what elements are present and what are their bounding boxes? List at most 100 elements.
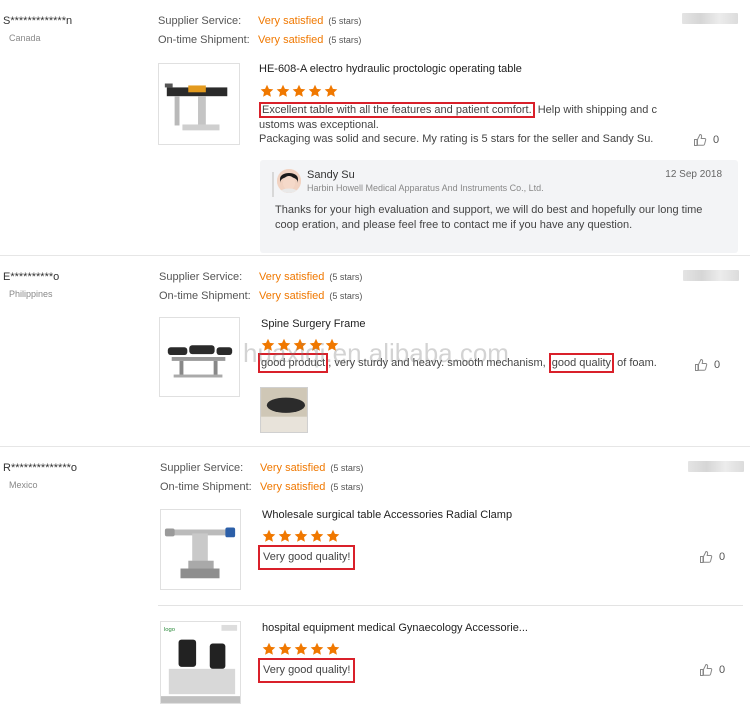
helpful-count: 0 xyxy=(713,134,720,146)
ontime-shipment-value: Very satisfied xyxy=(260,481,326,493)
product-image[interactable]: logo xyxy=(160,621,241,704)
helpful-button[interactable]: 0 xyxy=(694,358,720,372)
reply-author-name: Sandy Su xyxy=(307,169,355,181)
star-icon xyxy=(325,338,339,352)
star-icon xyxy=(262,529,276,543)
reply-text: Thanks for your high evaluation and supp… xyxy=(275,204,703,231)
reply-divider xyxy=(272,172,274,197)
thumbs-up-icon xyxy=(694,358,708,372)
ontime-shipment-label: On-time Shipment: xyxy=(160,481,252,493)
product-title[interactable]: Spine Surgery Frame xyxy=(261,318,366,330)
review-date-blurred xyxy=(682,13,738,24)
buyer-info: R**************o Mexico xyxy=(3,462,77,490)
helpful-button[interactable]: 0 xyxy=(699,663,725,677)
star-icon xyxy=(326,529,340,543)
star-icon xyxy=(277,338,291,352)
buyer-country: Canada xyxy=(9,33,41,43)
buyer-name: E**********o xyxy=(3,271,60,283)
ontime-shipment-value: Very satisfied xyxy=(258,34,324,46)
star-icon xyxy=(276,84,290,98)
star-icon xyxy=(262,642,276,656)
helpful-count: 0 xyxy=(719,551,726,563)
product-rating-stars xyxy=(262,529,340,543)
avatar xyxy=(277,169,301,193)
review-photo[interactable] xyxy=(260,387,308,433)
review-text-line2: ustoms was exceptional. xyxy=(259,118,379,131)
star-icon xyxy=(308,84,322,98)
review-date-blurred xyxy=(688,461,744,472)
review-highlight: Very good quality! xyxy=(258,658,356,683)
star-icon xyxy=(278,529,292,543)
star-icon xyxy=(278,642,292,656)
star-icon xyxy=(309,338,323,352)
ontime-shipment-value: Very satisfied xyxy=(259,290,325,302)
thumbs-up-icon xyxy=(693,133,707,147)
supplier-ratings: Supplier Service: Very satisfied (5 stars)… xyxy=(160,459,363,497)
supplier-service-label: Supplier Service: xyxy=(158,15,242,27)
buyer-info: E**********o Philippines xyxy=(3,271,59,299)
star-icon xyxy=(310,642,324,656)
supplier-service-stars: (5 stars) xyxy=(329,272,363,282)
review-text: Very good quality! xyxy=(258,545,356,570)
review-divider xyxy=(0,255,750,256)
buyer-name: R**************o xyxy=(3,462,77,474)
review-text: Very good quality! xyxy=(258,658,356,683)
helpful-count: 0 xyxy=(719,664,726,676)
review-text: good product, very sturdy and heavy. smo… xyxy=(258,353,678,373)
ontime-shipment-stars: (5 stars) xyxy=(328,35,362,45)
supplier-service-value: Very satisfied xyxy=(260,462,326,474)
reply-company[interactable]: Harbin Howell Medical Apparatus And Inst… xyxy=(307,183,544,193)
buyer-country: Philippines xyxy=(9,289,53,299)
helpful-count: 0 xyxy=(714,359,721,371)
helpful-button[interactable]: 0 xyxy=(699,550,725,564)
review-highlight: Excellent table with all the features an… xyxy=(259,102,535,118)
helpful-button[interactable]: 0 xyxy=(693,133,719,147)
review-highlight: Very good quality! xyxy=(258,545,356,570)
product-title[interactable]: Wholesale surgical table Accessories Rad… xyxy=(262,509,512,521)
review-text-end: of foam. xyxy=(614,357,657,369)
product-title[interactable]: HE-608-A electro hydraulic proctologic o… xyxy=(259,63,522,75)
supplier-ratings: Supplier Service: Very satisfied (5 stars)… xyxy=(158,12,361,50)
svg-text:logo: logo xyxy=(164,627,175,633)
product-image[interactable] xyxy=(160,509,241,590)
product-divider xyxy=(158,605,743,606)
supplier-service-label: Supplier Service: xyxy=(160,462,244,474)
ontime-shipment-label: On-time Shipment: xyxy=(158,34,250,46)
product-image[interactable] xyxy=(159,317,240,397)
thumbs-up-icon xyxy=(699,663,713,677)
buyer-country: Mexico xyxy=(9,480,38,490)
supplier-ratings: Supplier Service: Very satisfied (5 stars)… xyxy=(159,268,362,306)
star-icon xyxy=(292,84,306,98)
review-text: Excellent table with all the features an… xyxy=(259,102,679,147)
reply-date: 12 Sep 2018 xyxy=(665,169,722,180)
star-icon xyxy=(260,84,274,98)
thumbs-up-icon xyxy=(699,550,713,564)
review-highlight: good product xyxy=(258,353,329,373)
review-text-line1: Help with shipping and c xyxy=(534,104,657,116)
star-icon xyxy=(294,642,308,656)
product-title[interactable]: hospital equipment medical Gynaecology A… xyxy=(262,622,528,634)
ontime-shipment-stars: (5 stars) xyxy=(330,482,364,492)
review-text-line3: Packaging was solid and secure. My ratin… xyxy=(259,133,654,145)
product-rating-stars xyxy=(260,84,338,98)
star-icon xyxy=(293,338,307,352)
product-image[interactable] xyxy=(158,63,240,145)
supplier-service-value: Very satisfied xyxy=(258,15,324,27)
supplier-service-stars: (5 stars) xyxy=(330,463,364,473)
star-icon xyxy=(326,642,340,656)
supplier-reply: Sandy Su Harbin Howell Medical Apparatus… xyxy=(260,160,738,253)
star-icon xyxy=(310,529,324,543)
star-icon xyxy=(324,84,338,98)
buyer-info: S*************n Canada xyxy=(3,15,72,43)
review-divider xyxy=(0,446,750,447)
star-icon xyxy=(261,338,275,352)
supplier-service-label: Supplier Service: xyxy=(159,271,243,283)
ontime-shipment-stars: (5 stars) xyxy=(329,291,363,301)
star-icon xyxy=(294,529,308,543)
buyer-name: S*************n xyxy=(3,15,73,27)
ontime-shipment-label: On-time Shipment: xyxy=(159,290,251,302)
review-highlight: good quality xyxy=(548,353,615,373)
review-date-blurred xyxy=(683,270,739,281)
supplier-service-value: Very satisfied xyxy=(259,271,325,283)
product-rating-stars xyxy=(261,338,339,352)
